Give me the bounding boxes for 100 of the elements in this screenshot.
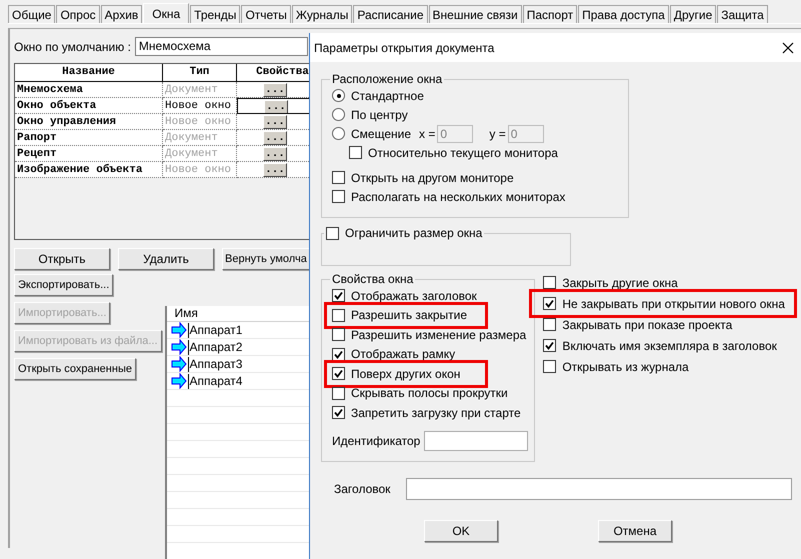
list-item[interactable]: Аппарат3 xyxy=(188,356,242,372)
checkbox[interactable] xyxy=(332,308,345,322)
list-item[interactable]: Аппарат4 xyxy=(188,374,242,388)
checkbox-label: Закрывать при показе проекта xyxy=(562,318,732,332)
properties-button[interactable]: ... xyxy=(263,83,287,97)
checkbox-label: Разрешить изменение размера xyxy=(351,328,526,342)
radio-button[interactable] xyxy=(332,89,345,102)
action-button[interactable]: Удалить xyxy=(118,248,214,270)
table-cell: Документ xyxy=(163,82,237,98)
table-cell: Новое окно xyxy=(163,98,237,114)
arrow-icon xyxy=(170,373,187,389)
checkmark-icon xyxy=(334,350,343,359)
arrow-icon xyxy=(170,322,187,338)
radio-label: Стандартное xyxy=(351,88,424,102)
tab[interactable]: Паспорт xyxy=(522,5,578,23)
checkbox-label: Включать имя экземпляра в заголовок xyxy=(562,338,777,352)
checkbox[interactable] xyxy=(332,386,345,400)
action-button[interactable]: Открыть сохраненные xyxy=(14,358,136,380)
checkbox[interactable] xyxy=(332,348,345,361)
table-cell: Документ xyxy=(163,130,237,146)
properties-button[interactable]: ... xyxy=(263,163,287,177)
checkbox-label: Скрывать полосы прокрутки xyxy=(351,386,508,400)
list-item[interactable]: Аппарат2 xyxy=(188,340,242,354)
checkbox[interactable] xyxy=(332,328,345,342)
tab[interactable]: Защита xyxy=(717,5,768,23)
tab[interactable]: Другие xyxy=(670,5,716,23)
checkbox-label: Отображать рамку xyxy=(351,347,456,362)
field-label: Окно по умолчанию : xyxy=(14,40,131,54)
checkbox[interactable] xyxy=(332,289,345,302)
checkmark-icon xyxy=(545,341,554,350)
radio-label: Смещение xyxy=(351,126,412,140)
arrow-icon xyxy=(170,356,187,372)
action-button[interactable]: Экспортировать... xyxy=(14,274,114,296)
checkbox-label: Относительно текущего монитора xyxy=(368,146,558,160)
checkbox-label: Отображать заголовок xyxy=(351,288,477,303)
dropdown-field[interactable]: Мнемосхема xyxy=(134,37,308,56)
properties-button[interactable]: ... xyxy=(263,115,287,129)
close-icon[interactable] xyxy=(782,42,794,54)
field-label: y = xyxy=(489,126,506,140)
column-header[interactable]: Название xyxy=(15,64,163,81)
table-cell: Новое окно xyxy=(163,114,237,130)
table-cell: Рецепт xyxy=(15,146,163,162)
checkbox[interactable] xyxy=(543,276,556,289)
checkbox[interactable] xyxy=(543,297,556,310)
properties-button[interactable]: ... xyxy=(263,131,287,145)
text-field[interactable] xyxy=(424,430,528,450)
column-header[interactable]: Тип xyxy=(163,64,237,81)
action-button[interactable]: Вернуть умолча xyxy=(222,248,310,270)
table-cell: Мнемосхема xyxy=(15,82,163,98)
tab[interactable]: Архив xyxy=(100,5,142,23)
group-title: Свойства окна xyxy=(331,272,414,286)
tab[interactable]: Расписание xyxy=(353,5,428,23)
tab[interactable]: Внешние связи xyxy=(428,5,522,23)
field-label: Идентификатор xyxy=(332,434,420,448)
table-cell: Окно управления xyxy=(15,114,163,130)
text-field[interactable] xyxy=(406,478,792,500)
checkbox[interactable] xyxy=(349,146,362,159)
properties-button[interactable]: ... xyxy=(264,100,288,113)
radio-label: По центру xyxy=(351,108,408,122)
tab[interactable]: Тренды xyxy=(190,5,240,23)
arrow-icon xyxy=(170,339,187,355)
tab[interactable]: Опрос xyxy=(56,5,100,23)
list-item[interactable]: Аппарат1 xyxy=(188,322,242,338)
table-cell: Документ xyxy=(163,146,237,162)
radio-button[interactable] xyxy=(332,127,345,140)
table-cell: Изображение объекта xyxy=(15,162,163,178)
checkbox[interactable] xyxy=(543,318,556,331)
checkbox-label: Поверх других окон xyxy=(351,366,460,381)
checkbox-label: Запретить загрузку при старте xyxy=(351,406,521,420)
dialog-title: Параметры открытия документа xyxy=(314,40,494,54)
table-cell: Окно объекта xyxy=(15,98,163,114)
tab[interactable]: Журналы xyxy=(292,5,352,23)
table-cell: Рапорт xyxy=(15,130,163,146)
action-button[interactable]: Открыть xyxy=(14,248,110,270)
table-cell: Новое окно xyxy=(163,162,237,178)
tab[interactable]: Права доступа xyxy=(578,5,669,23)
checkbox[interactable] xyxy=(543,360,556,373)
field-label: x = xyxy=(419,126,436,140)
checkbox-label: Открывать из журнала xyxy=(562,360,689,374)
properties-button[interactable]: ... xyxy=(263,147,287,161)
tab[interactable]: Отчеты xyxy=(241,5,291,23)
checkbox[interactable] xyxy=(543,339,556,352)
dialog-button[interactable]: Отмена xyxy=(598,520,672,542)
dialog-button[interactable]: OK xyxy=(424,520,498,542)
checkmark-icon xyxy=(334,408,343,418)
checkmark-icon xyxy=(334,369,343,378)
radio-button[interactable] xyxy=(332,108,345,121)
tab[interactable]: Общие xyxy=(8,5,56,23)
tab[interactable]: Окна xyxy=(143,3,190,23)
checkbox-label: Ограничить размер окна xyxy=(345,226,482,240)
checkmark-icon xyxy=(334,291,343,300)
checkbox[interactable] xyxy=(326,226,339,240)
checkbox-label: Не закрывать при открытии нового окна xyxy=(562,296,785,310)
checkbox[interactable] xyxy=(332,406,345,420)
checkbox[interactable] xyxy=(332,367,345,380)
checkbox-label: Закрыть другие окна xyxy=(562,276,678,290)
field-label: Заголовок xyxy=(334,482,392,496)
checkbox-label: Располагать на нескольких мониторах xyxy=(351,190,566,204)
checkbox[interactable] xyxy=(332,190,345,203)
checkbox[interactable] xyxy=(332,171,345,184)
